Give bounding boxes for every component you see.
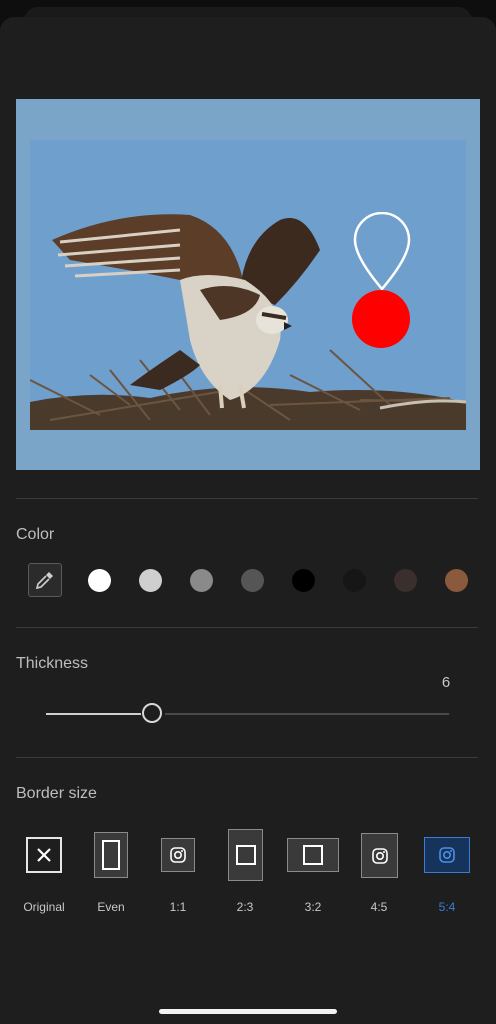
border-option-label: Original <box>23 900 65 914</box>
thickness-value: 6 <box>441 674 451 691</box>
square-icon <box>235 845 256 865</box>
thickness-slider-thumb[interactable] <box>142 703 162 723</box>
color-swatch[interactable] <box>445 569 468 592</box>
border-option-label: 1:1 <box>169 900 187 914</box>
thickness-section-title: Thickness <box>16 655 89 672</box>
rectangle-icon <box>102 840 120 870</box>
square-icon <box>303 845 323 865</box>
slider-track-filled[interactable] <box>46 713 141 715</box>
border-option-label: 2:3 <box>236 900 254 914</box>
color-swatch[interactable] <box>139 569 162 592</box>
border-option-5-4[interactable] <box>424 837 470 873</box>
divider <box>16 757 478 758</box>
border-option-3-2[interactable] <box>287 838 339 872</box>
slider-track[interactable] <box>165 713 449 715</box>
border-option-1-1[interactable] <box>161 838 195 872</box>
border-option-label-selected: 5:4 <box>438 900 456 914</box>
border-option-label: 4:5 <box>370 900 388 914</box>
color-swatch[interactable] <box>394 569 417 592</box>
color-swatch[interactable] <box>343 569 366 592</box>
instagram-icon <box>371 847 388 864</box>
eyedropper-icon <box>35 572 53 590</box>
border-option-4-5[interactable] <box>361 833 398 878</box>
instagram-icon <box>170 847 186 863</box>
color-swatch[interactable] <box>88 569 111 592</box>
divider <box>16 627 478 628</box>
location-pin-icon[interactable] <box>347 212 417 352</box>
divider <box>16 498 478 499</box>
border-size-section-title: Border size <box>16 785 97 802</box>
eyedropper-button[interactable] <box>28 563 62 597</box>
color-section-title: Color <box>16 526 55 543</box>
instagram-icon <box>439 847 455 863</box>
color-swatch[interactable] <box>241 569 264 592</box>
color-swatch[interactable] <box>190 569 213 592</box>
border-option-label: Even <box>97 900 125 914</box>
border-option-2-3[interactable] <box>228 829 263 881</box>
border-option-label: 3:2 <box>304 900 322 914</box>
color-swatch[interactable] <box>292 569 315 592</box>
home-indicator[interactable] <box>159 1009 337 1014</box>
border-option-original[interactable] <box>26 837 62 873</box>
border-option-even[interactable] <box>94 832 128 878</box>
close-icon <box>37 848 51 862</box>
